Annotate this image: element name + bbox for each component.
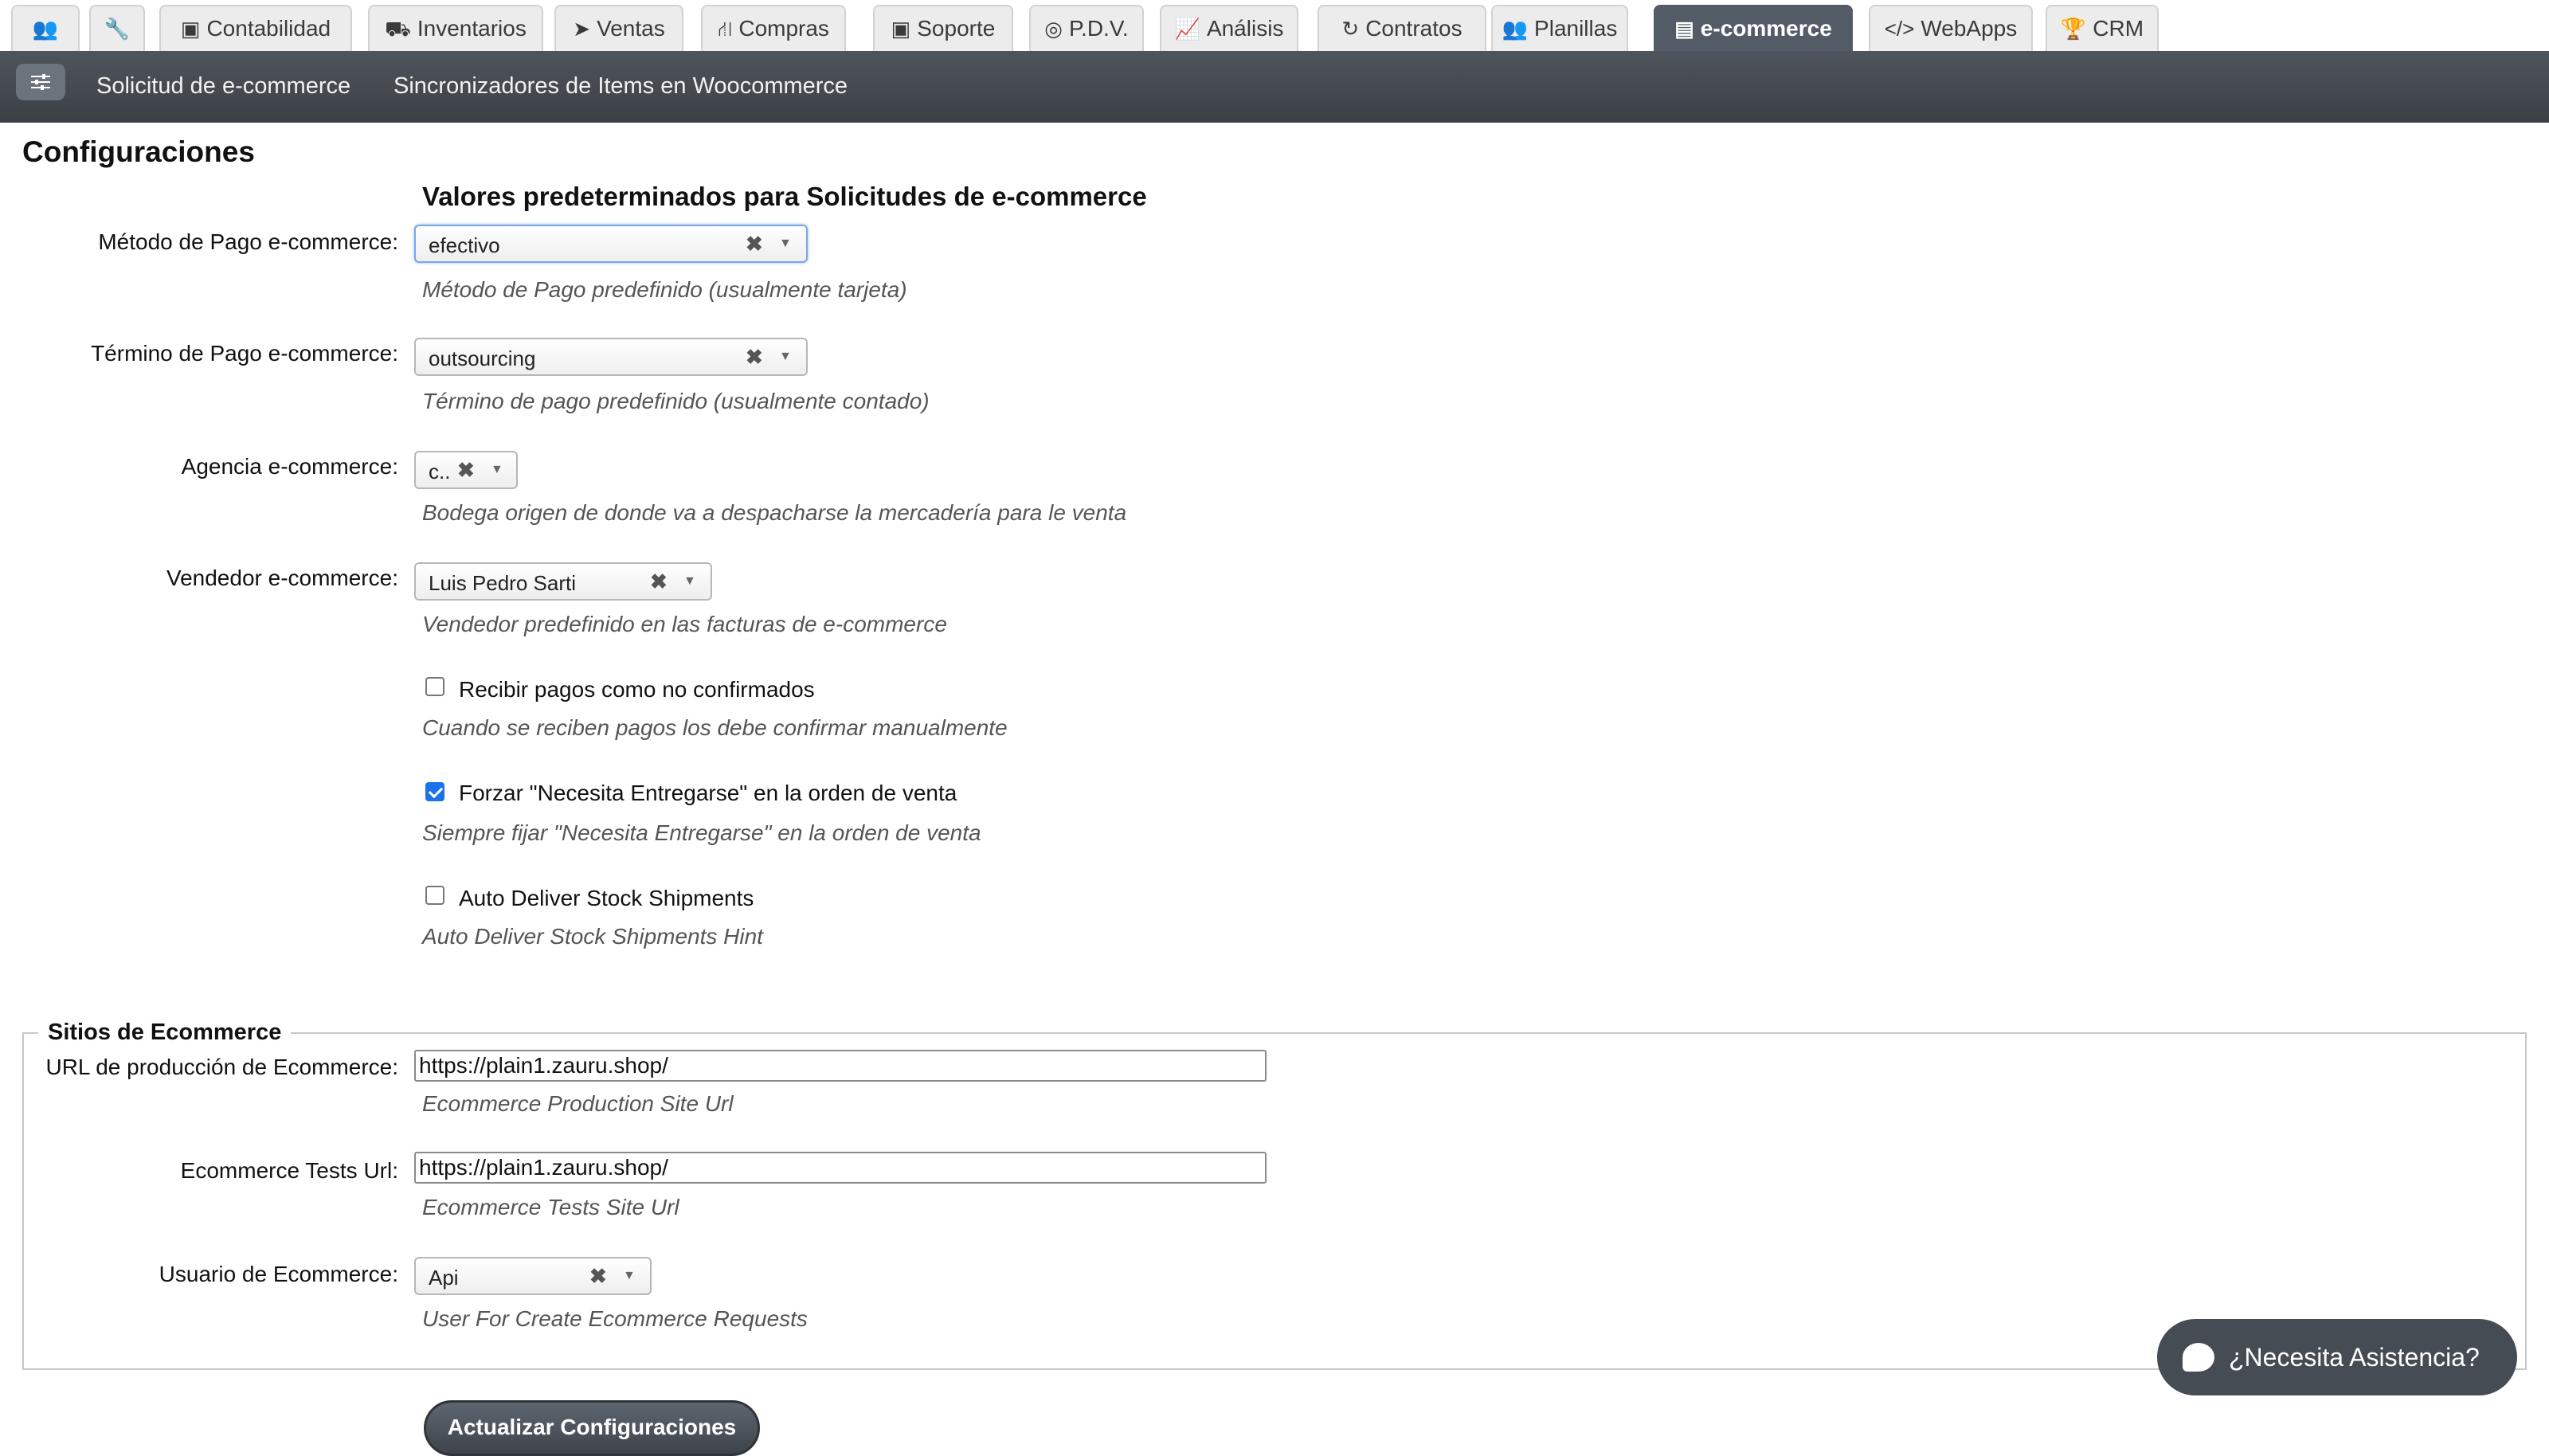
select-value: efectivo xyxy=(429,233,500,257)
tab-label: Ventas xyxy=(597,16,665,41)
subnav-link-sincronizadores[interactable]: Sincronizadores de Items en Woocommerce xyxy=(394,73,848,100)
chart-icon: 📈 xyxy=(1174,17,1200,41)
update-settings-button[interactable]: Actualizar Configuraciones xyxy=(424,1400,760,1456)
tab-label: Análisis xyxy=(1206,16,1284,41)
unconfirmed-payments-hint: Cuando se reciben pagos los debe confirm… xyxy=(422,715,1008,740)
chevron-down-icon: ▼ xyxy=(683,574,696,588)
section-title: Valores predeterminados para Solicitudes… xyxy=(422,182,1147,211)
production-url-label: URL de producción de Ecommerce: xyxy=(45,1055,398,1079)
auto-deliver-hint: Auto Deliver Stock Shipments Hint xyxy=(422,924,763,949)
force-delivery-hint: Siempre fijar "Necesita Entregarse" en l… xyxy=(422,820,981,845)
help-chat-label: ¿Necesita Asistencia? xyxy=(2229,1342,2480,1372)
agency-select[interactable]: c.. ✖ ▼ xyxy=(414,451,518,489)
tab-users[interactable]: 👥 xyxy=(11,5,80,51)
tab-tools[interactable]: 🔧 xyxy=(89,5,145,51)
tab-label: P.D.V. xyxy=(1068,16,1129,41)
tests-url-label: Ecommerce Tests Url: xyxy=(180,1158,398,1183)
tags-icon: ➤ xyxy=(573,17,591,41)
clear-icon[interactable]: ✖ xyxy=(589,1264,607,1289)
force-delivery-label[interactable]: Forzar "Necesita Entregarse" en la orden… xyxy=(459,781,957,806)
trophy-icon: 🏆 xyxy=(2060,17,2087,41)
ecommerce-sites-fieldset xyxy=(22,1032,2527,1370)
select-value: outsourcing xyxy=(429,346,536,370)
tab-ecommerce[interactable]: ▤ e-commerce xyxy=(1654,5,1853,51)
tab-contratos[interactable]: ↻ Contratos xyxy=(1318,5,1486,51)
seller-label: Vendedor e-commerce: xyxy=(166,566,398,590)
tests-url-hint: Ecommerce Tests Site Url xyxy=(422,1195,679,1219)
tab-analisis[interactable]: 📈 Análisis xyxy=(1160,5,1298,51)
select-value: c.. xyxy=(429,460,451,483)
chevron-down-icon: ▼ xyxy=(779,350,792,363)
ecommerce-user-label: Usuario de Ecommerce: xyxy=(159,1262,398,1286)
users-icon: 👥 xyxy=(32,17,59,41)
seller-select[interactable]: Luis Pedro Sarti ✖ ▼ xyxy=(414,562,712,601)
tests-url-input[interactable] xyxy=(414,1152,1267,1184)
select-value: Luis Pedro Sarti xyxy=(429,571,576,595)
tab-label: CRM xyxy=(2093,16,2144,41)
clear-icon[interactable]: ✖ xyxy=(746,345,763,370)
tab-compras[interactable]: ⛙ Compras xyxy=(701,5,846,51)
agency-hint: Bodega origen de donde va a despacharse … xyxy=(422,500,1127,525)
payment-method-hint: Método de Pago predefinido (usualmente t… xyxy=(422,277,907,302)
tab-contabilidad[interactable]: ▣ Contabilidad xyxy=(159,5,352,51)
main-tab-bar: 👥 🔧 ▣ Contabilidad ⛟ Inventarios ➤ Venta… xyxy=(0,0,2549,53)
chevron-down-icon: ▼ xyxy=(779,237,792,250)
ecommerce-user-select[interactable]: Api ✖ ▼ xyxy=(414,1257,652,1295)
chat-bubble-icon xyxy=(2183,1343,2214,1372)
ecommerce-sites-legend: Sitios de Ecommerce xyxy=(38,1020,292,1046)
seller-hint: Vendedor predefinido en las facturas de … xyxy=(422,612,947,636)
force-delivery-checkbox[interactable] xyxy=(425,782,444,801)
auto-deliver-label[interactable]: Auto Deliver Stock Shipments xyxy=(459,886,754,911)
tab-webapps[interactable]: </> WebApps xyxy=(1869,5,2033,51)
tab-label: Contabilidad xyxy=(206,16,331,41)
menu-toggle-button[interactable] xyxy=(16,64,65,100)
tab-label: Contratos xyxy=(1365,16,1462,41)
unconfirmed-payments-checkbox[interactable] xyxy=(425,677,444,696)
select-value: Api xyxy=(429,1266,459,1290)
ecommerce-user-hint: User For Create Ecommerce Requests xyxy=(422,1306,808,1331)
page-title: Configuraciones xyxy=(22,135,255,168)
chevron-down-icon: ▼ xyxy=(491,463,503,476)
auto-deliver-checkbox[interactable] xyxy=(425,886,444,905)
tab-crm[interactable]: 🏆 CRM xyxy=(2046,5,2159,51)
target-icon: ◎ xyxy=(1044,17,1063,41)
refresh-icon: ↻ xyxy=(1341,17,1360,41)
payment-term-label: Término de Pago e-commerce: xyxy=(91,341,398,366)
tab-label: Soporte xyxy=(917,16,996,41)
money-icon: ▣ xyxy=(180,17,201,41)
camera-icon: ▣ xyxy=(891,17,911,41)
production-url-input[interactable] xyxy=(414,1050,1267,1082)
payment-term-select[interactable]: outsourcing ✖ ▼ xyxy=(414,338,808,376)
payment-method-select[interactable]: efectivo ✖ ▼ xyxy=(414,225,808,263)
tab-label: Planillas xyxy=(1534,16,1618,41)
payment-method-label: Método de Pago e-commerce: xyxy=(98,229,398,254)
tab-label: e-commerce xyxy=(1700,16,1832,41)
tab-label: WebApps xyxy=(1921,16,2018,41)
subnav-link-solicitud[interactable]: Solicitud de e-commerce xyxy=(96,73,350,100)
cart-icon: ⛙ xyxy=(718,17,733,41)
tab-ventas[interactable]: ➤ Ventas xyxy=(554,5,683,51)
help-chat-button[interactable]: ¿Necesita Asistencia? xyxy=(2157,1319,2517,1395)
sub-navigation: Solicitud de e-commerce Sincronizadores … xyxy=(0,51,2549,123)
chevron-down-icon: ▼ xyxy=(623,1269,636,1282)
tab-soporte[interactable]: ▣ Soporte xyxy=(873,5,1013,51)
agency-label: Agencia e-commerce: xyxy=(181,454,398,479)
tab-inventarios[interactable]: ⛟ Inventarios xyxy=(368,5,543,51)
tab-planillas[interactable]: 👥 Planillas xyxy=(1491,5,1628,51)
tab-pdv[interactable]: ◎ P.D.V. xyxy=(1029,5,1144,51)
sliders-icon xyxy=(31,74,50,90)
users-icon: 👥 xyxy=(1502,17,1529,41)
wrench-icon: 🔧 xyxy=(104,17,131,41)
credit-card-icon: ▤ xyxy=(1674,17,1694,41)
code-icon: </> xyxy=(1884,17,1915,41)
payment-term-hint: Término de pago predefinido (usualmente … xyxy=(422,389,930,413)
clear-icon[interactable]: ✖ xyxy=(650,569,668,594)
unconfirmed-payments-label[interactable]: Recibir pagos como no confirmados xyxy=(459,677,815,703)
tab-label: Compras xyxy=(738,16,829,41)
clear-icon[interactable]: ✖ xyxy=(746,232,763,256)
tab-label: Inventarios xyxy=(417,16,527,41)
truck-icon: ⛟ xyxy=(385,17,411,41)
production-url-hint: Ecommerce Production Site Url xyxy=(422,1091,734,1116)
clear-icon[interactable]: ✖ xyxy=(457,458,475,483)
